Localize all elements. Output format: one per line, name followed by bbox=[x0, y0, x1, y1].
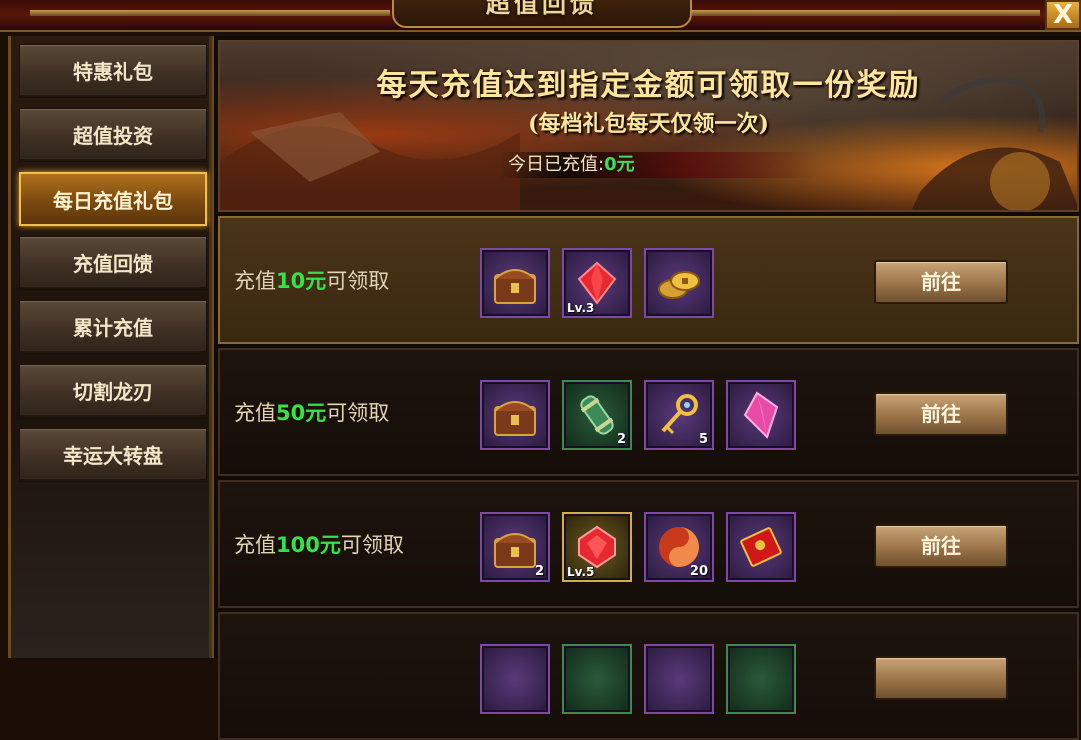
reward-tier-100: 充值 100元 可领取 2 Lv.5 20 前往 bbox=[218, 480, 1079, 608]
tier-requirement: 充值 10元 可领取 bbox=[234, 218, 389, 342]
today-recharge-bar: 今日已充值:0元 bbox=[498, 152, 818, 178]
treasure-chest-icon[interactable] bbox=[480, 380, 550, 450]
red-envelope-icon[interactable] bbox=[726, 512, 796, 582]
tier-prefix: 充值 bbox=[234, 533, 276, 557]
item-level: Lv.3 bbox=[567, 301, 595, 315]
item-level: Lv.5 bbox=[567, 565, 595, 579]
sidebar: 特惠礼包 超值投资 每日充值礼包 充值回馈 累计充值 切割龙刃 幸运大转盘 bbox=[8, 36, 212, 658]
sidebar-item-cumulative-recharge[interactable]: 累计充值 bbox=[19, 300, 207, 354]
item-count: 20 bbox=[689, 564, 708, 579]
tier-requirement: 充值 50元 可领取 bbox=[234, 350, 389, 474]
sidebar-item-dragon-blade[interactable]: 切割龙刃 bbox=[19, 364, 207, 418]
window-title: 超值回馈 bbox=[486, 0, 598, 18]
treasure-chest-icon[interactable]: 2 bbox=[480, 512, 550, 582]
sidebar-item-special-offer[interactable]: 特惠礼包 bbox=[19, 44, 207, 98]
go-button[interactable]: 前往 bbox=[874, 524, 1008, 568]
flame-orb-icon[interactable]: 20 bbox=[644, 512, 714, 582]
go-button[interactable]: 前往 bbox=[874, 392, 1008, 436]
tier-prefix: 充值 bbox=[234, 401, 276, 425]
sidebar-item-recharge-reward[interactable]: 充值回馈 bbox=[19, 236, 207, 290]
tier-suffix: 可领取 bbox=[340, 533, 404, 557]
go-button[interactable]: 前往 bbox=[874, 260, 1008, 304]
banner-headline: 每天充值达到指定金额可领取一份奖励 bbox=[376, 68, 921, 103]
main-panel: 每天充值达到指定金额可领取一份奖励 (每档礼包每天仅领一次) 今日已充值:0元 … bbox=[212, 36, 1081, 740]
reward-item-icon[interactable] bbox=[562, 644, 632, 714]
item-count: 2 bbox=[534, 564, 544, 579]
pink-crystal-icon[interactable] bbox=[726, 380, 796, 450]
go-button[interactable] bbox=[874, 656, 1008, 700]
scroll-icon[interactable]: 2 bbox=[562, 380, 632, 450]
reward-tier-50: 充值 50元 可领取 2 5 前往 bbox=[218, 348, 1079, 476]
tier-suffix: 可领取 bbox=[326, 269, 390, 293]
today-recharge-label: 今日已充值: bbox=[508, 154, 605, 175]
tier-suffix: 可领取 bbox=[326, 401, 390, 425]
treasure-chest-icon[interactable] bbox=[480, 644, 550, 714]
banner-subline: (每档礼包每天仅领一次) bbox=[528, 111, 769, 137]
tier-amount: 50元 bbox=[276, 401, 327, 425]
red-gem-icon[interactable]: Lv.3 bbox=[562, 248, 632, 318]
treasure-chest-icon[interactable] bbox=[480, 248, 550, 318]
sidebar-item-lucky-wheel[interactable]: 幸运大转盘 bbox=[19, 428, 207, 482]
window-title-plate: 超值回馈 bbox=[392, 0, 692, 28]
title-bar-ornament-left bbox=[30, 10, 390, 16]
reward-item-icon[interactable] bbox=[644, 644, 714, 714]
close-button[interactable]: X bbox=[1045, 0, 1081, 30]
reward-item-icon[interactable] bbox=[726, 644, 796, 714]
window-title-bar: 超值回馈 bbox=[0, 0, 1081, 32]
tier-amount: 10元 bbox=[276, 269, 327, 293]
reward-tier-next bbox=[218, 612, 1079, 740]
sidebar-item-investment[interactable]: 超值投资 bbox=[19, 108, 207, 162]
red-gem-icon[interactable]: Lv.5 bbox=[562, 512, 632, 582]
reward-tier-10: 充值 10元 可领取 Lv.3 前往 bbox=[218, 216, 1079, 344]
item-count: 5 bbox=[698, 432, 708, 447]
title-bar-ornament-right bbox=[690, 10, 1040, 16]
golden-key-icon[interactable]: 5 bbox=[644, 380, 714, 450]
gold-coins-icon[interactable] bbox=[644, 248, 714, 318]
sidebar-item-daily-recharge[interactable]: 每日充值礼包 bbox=[19, 172, 207, 226]
today-recharge-value: 0元 bbox=[604, 154, 635, 175]
tier-amount: 100元 bbox=[276, 533, 341, 557]
event-banner: 每天充值达到指定金额可领取一份奖励 (每档礼包每天仅领一次) 今日已充值:0元 bbox=[218, 40, 1079, 212]
item-count: 2 bbox=[616, 432, 626, 447]
tier-requirement: 充值 100元 可领取 bbox=[234, 482, 404, 606]
tier-prefix: 充值 bbox=[234, 269, 276, 293]
